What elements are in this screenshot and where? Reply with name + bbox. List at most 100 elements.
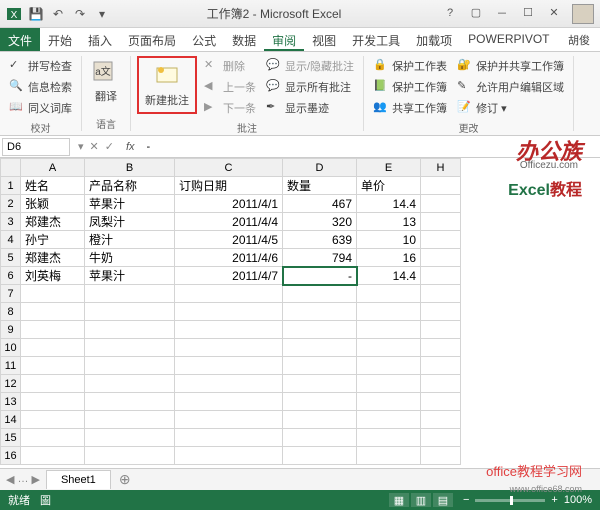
cell-E4[interactable]: 10 <box>357 231 421 249</box>
share-workbook-button[interactable]: 👥共享工作簿 <box>370 98 450 118</box>
sheet-nav-first-icon[interactable]: ◀ <box>6 473 14 486</box>
cell-H2[interactable] <box>421 195 461 213</box>
tab-file[interactable]: 文件 <box>0 28 40 51</box>
cell-H9[interactable] <box>421 321 461 339</box>
cell-C6[interactable]: 2011/4/7 <box>175 267 283 285</box>
column-header-C[interactable]: C <box>175 159 283 177</box>
tab-formulas[interactable]: 公式 <box>184 28 224 51</box>
cell-E15[interactable] <box>357 429 421 447</box>
row-header-12[interactable]: 12 <box>1 375 21 393</box>
cell-A16[interactable] <box>21 447 85 465</box>
namebox-dropdown-icon[interactable]: ▾ <box>78 140 84 153</box>
row-header-10[interactable]: 10 <box>1 339 21 357</box>
delete-comment-button[interactable]: ✕删除 <box>201 56 259 76</box>
cell-H15[interactable] <box>421 429 461 447</box>
research-button[interactable]: 🔍信息检索 <box>6 77 75 97</box>
prev-comment-button[interactable]: ◀上一条 <box>201 77 259 97</box>
cell-A8[interactable] <box>21 303 85 321</box>
protect-sheet-button[interactable]: 🔒保护工作表 <box>370 56 450 76</box>
cell-E3[interactable]: 13 <box>357 213 421 231</box>
row-header-16[interactable]: 16 <box>1 447 21 465</box>
row-header-11[interactable]: 11 <box>1 357 21 375</box>
cell-E7[interactable] <box>357 285 421 303</box>
cell-B4[interactable]: 橙汁 <box>85 231 175 249</box>
row-header-2[interactable]: 2 <box>1 195 21 213</box>
cell-D13[interactable] <box>283 393 357 411</box>
row-header-4[interactable]: 4 <box>1 231 21 249</box>
showall-comments-button[interactable]: 💬显示所有批注 <box>263 77 357 97</box>
row-header-1[interactable]: 1 <box>1 177 21 195</box>
cell-C2[interactable]: 2011/4/1 <box>175 195 283 213</box>
cell-H7[interactable] <box>421 285 461 303</box>
cell-A13[interactable] <box>21 393 85 411</box>
cell-H13[interactable] <box>421 393 461 411</box>
cell-D6[interactable]: - <box>283 267 357 285</box>
cell-H14[interactable] <box>421 411 461 429</box>
cell-C9[interactable] <box>175 321 283 339</box>
column-header-D[interactable]: D <box>283 159 357 177</box>
cell-B9[interactable] <box>85 321 175 339</box>
cell-B10[interactable] <box>85 339 175 357</box>
tab-review[interactable]: 审阅 <box>264 28 304 51</box>
column-header-E[interactable]: E <box>357 159 421 177</box>
zoom-out-icon[interactable]: − <box>463 494 469 506</box>
cell-E9[interactable] <box>357 321 421 339</box>
cell-C16[interactable] <box>175 447 283 465</box>
showhide-comment-button[interactable]: 💬显示/隐藏批注 <box>263 56 357 76</box>
cell-A12[interactable] <box>21 375 85 393</box>
tab-addins[interactable]: 加载项 <box>408 28 460 51</box>
protect-share-button[interactable]: 🔐保护并共享工作簿 <box>454 56 567 76</box>
new-comment-button[interactable]: 新建批注 <box>141 60 193 110</box>
cell-H8[interactable] <box>421 303 461 321</box>
column-header-A[interactable]: A <box>21 159 85 177</box>
cell-D5[interactable]: 794 <box>283 249 357 267</box>
cell-E12[interactable] <box>357 375 421 393</box>
add-sheet-button[interactable]: ⊕ <box>111 471 139 488</box>
cell-D11[interactable] <box>283 357 357 375</box>
cell-E6[interactable]: 14.4 <box>357 267 421 285</box>
tab-developer[interactable]: 开发工具 <box>344 28 408 51</box>
cell-H11[interactable] <box>421 357 461 375</box>
cell-H4[interactable] <box>421 231 461 249</box>
tab-home[interactable]: 开始 <box>40 28 80 51</box>
cell-B5[interactable]: 牛奶 <box>85 249 175 267</box>
cell-A10[interactable] <box>21 339 85 357</box>
cell-H6[interactable] <box>421 267 461 285</box>
cell-C14[interactable] <box>175 411 283 429</box>
cell-C8[interactable] <box>175 303 283 321</box>
column-header-H[interactable]: H <box>421 159 461 177</box>
column-header-B[interactable]: B <box>85 159 175 177</box>
select-all-corner[interactable] <box>1 159 21 177</box>
cell-A7[interactable] <box>21 285 85 303</box>
fx-label[interactable]: fx <box>120 141 141 153</box>
ribbon-collapse-icon[interactable]: ▢ <box>464 4 488 22</box>
row-header-6[interactable]: 6 <box>1 267 21 285</box>
cell-E1[interactable]: 单价 <box>357 177 421 195</box>
cell-E10[interactable] <box>357 339 421 357</box>
help-icon[interactable]: ? <box>438 4 462 22</box>
thesaurus-button[interactable]: 📖同义词库 <box>6 98 75 118</box>
maximize-icon[interactable]: ☐ <box>516 4 540 22</box>
cell-B8[interactable] <box>85 303 175 321</box>
cell-A1[interactable]: 姓名 <box>21 177 85 195</box>
cell-A9[interactable] <box>21 321 85 339</box>
cell-C13[interactable] <box>175 393 283 411</box>
row-header-15[interactable]: 15 <box>1 429 21 447</box>
cancel-formula-icon[interactable]: ✕ <box>90 140 99 153</box>
cell-C5[interactable]: 2011/4/6 <box>175 249 283 267</box>
name-box[interactable] <box>2 138 70 156</box>
cell-D4[interactable]: 639 <box>283 231 357 249</box>
cell-E5[interactable]: 16 <box>357 249 421 267</box>
zoom-control[interactable]: − + 100% <box>463 494 592 506</box>
row-header-7[interactable]: 7 <box>1 285 21 303</box>
cell-E8[interactable] <box>357 303 421 321</box>
tab-view[interactable]: 视图 <box>304 28 344 51</box>
zoom-level[interactable]: 100% <box>564 494 592 506</box>
save-icon[interactable]: 💾 <box>28 6 44 22</box>
cell-D14[interactable] <box>283 411 357 429</box>
cell-C10[interactable] <box>175 339 283 357</box>
row-header-3[interactable]: 3 <box>1 213 21 231</box>
cell-C1[interactable]: 订购日期 <box>175 177 283 195</box>
cell-B13[interactable] <box>85 393 175 411</box>
cell-C11[interactable] <box>175 357 283 375</box>
